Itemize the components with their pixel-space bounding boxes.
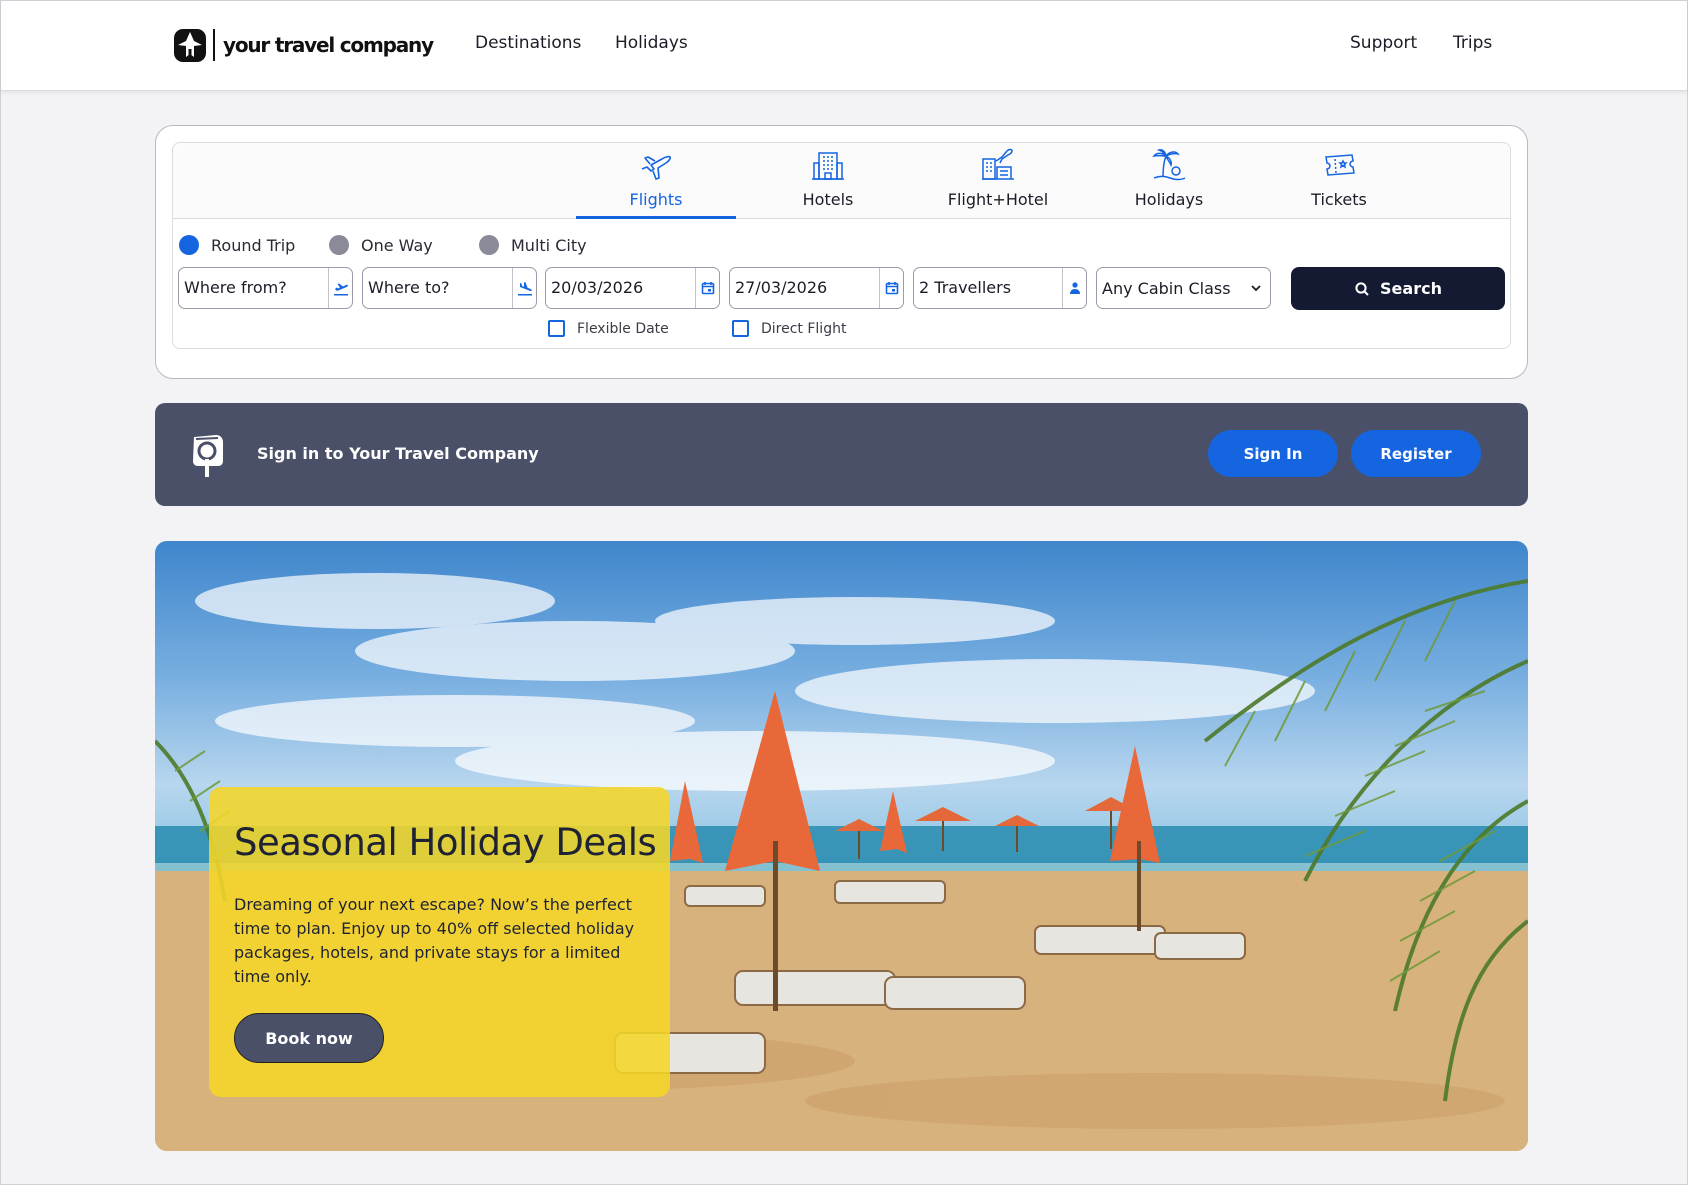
promo-title: Seasonal Holiday Deals	[234, 821, 657, 864]
person-icon[interactable]	[1062, 268, 1086, 308]
depart-date-field	[545, 267, 720, 309]
company-logo[interactable]: your travel company	[173, 25, 434, 65]
search-form: Flights Hotels Flight+Hotel Holidays Tic…	[172, 142, 1511, 349]
checkbox-box[interactable]	[548, 320, 565, 337]
calendar-icon[interactable]	[879, 268, 903, 308]
departure-plane-icon[interactable]	[328, 268, 352, 308]
radio-dot	[479, 235, 499, 255]
chevron-down-icon	[1251, 285, 1261, 292]
tab-flights-label: Flights	[629, 190, 683, 209]
destination-input[interactable]	[368, 278, 498, 297]
flexible-date-checkbox[interactable]: Flexible Date	[548, 320, 669, 337]
tab-flight-hotel[interactable]: Flight+Hotel	[918, 143, 1078, 219]
nav-holidays[interactable]: Holidays	[615, 33, 688, 53]
radio-one-way-label: One Way	[361, 235, 433, 255]
origin-input[interactable]	[184, 278, 314, 297]
tab-holidays-label: Holidays	[1134, 190, 1204, 209]
search-button[interactable]: Search	[1291, 267, 1505, 310]
tab-flights[interactable]: Flights	[576, 143, 736, 219]
passport-search-icon	[193, 435, 223, 477]
hotel-building-icon	[812, 152, 844, 180]
radio-round-trip-label: Round Trip	[211, 235, 296, 255]
nav-destinations[interactable]: Destinations	[475, 33, 581, 53]
depart-date-input[interactable]	[551, 278, 681, 297]
direct-flight-checkbox[interactable]: Direct Flight	[732, 320, 846, 337]
book-now-button[interactable]: Book now	[234, 1013, 384, 1063]
direct-flight-label: Direct Flight	[761, 320, 847, 337]
arrival-plane-icon[interactable]	[512, 268, 536, 308]
search-icon	[1355, 281, 1369, 296]
cabin-class-select[interactable]: Any Cabin Class	[1097, 268, 1270, 308]
cabin-class-field: Any Cabin Class	[1096, 267, 1271, 309]
promo-card: Seasonal Holiday Deals Dreaming of your …	[209, 787, 670, 1097]
origin-field	[178, 267, 353, 309]
flexible-date-label: Flexible Date	[577, 320, 669, 337]
radio-dot	[329, 235, 349, 255]
calendar-icon[interactable]	[695, 268, 719, 308]
logo-plane-icon	[174, 29, 206, 62]
register-button[interactable]: Register	[1351, 430, 1481, 477]
tab-tickets-label: Tickets	[1311, 190, 1367, 209]
search-button-label: Search	[1380, 279, 1442, 298]
tab-flight-hotel-label: Flight+Hotel	[947, 190, 1049, 209]
travellers-field	[913, 267, 1087, 309]
product-tabs: Flights Hotels Flight+Hotel Holidays Tic…	[173, 143, 1510, 219]
radio-dot	[179, 235, 199, 255]
nav-support[interactable]: Support	[1350, 33, 1417, 53]
tab-tickets[interactable]: Tickets	[1259, 143, 1419, 219]
logo-wordmark: your travel company	[223, 33, 434, 57]
radio-one-way[interactable]: One Way	[329, 235, 433, 255]
nav-trips[interactable]: Trips	[1453, 33, 1492, 53]
tab-hotels-label: Hotels	[802, 190, 854, 209]
search-panel: Flights Hotels Flight+Hotel Holidays Tic…	[155, 125, 1528, 379]
palm-tree-icon	[1152, 149, 1186, 181]
radio-multi-city-label: Multi City	[511, 235, 587, 255]
flight-hotel-icon	[982, 148, 1014, 180]
promo-description: Dreaming of your next escape? Now’s the …	[234, 895, 635, 986]
tab-holidays[interactable]: Holidays	[1089, 143, 1249, 219]
hero-banner: Seasonal Holiday Deals Dreaming of your …	[155, 541, 1528, 1151]
destination-field	[362, 267, 537, 309]
signin-prompt: Sign in to Your Travel Company	[257, 444, 539, 463]
signin-banner: Sign in to Your Travel Company Sign In R…	[155, 403, 1528, 506]
travellers-input[interactable]	[919, 278, 1049, 297]
logo-divider	[213, 29, 215, 61]
radio-multi-city[interactable]: Multi City	[479, 235, 587, 255]
radio-round-trip[interactable]: Round Trip	[179, 235, 295, 255]
return-date-input[interactable]	[735, 278, 865, 297]
top-navigation-bar: your travel company Destinations Holiday…	[1, 1, 1687, 91]
sign-in-button[interactable]: Sign In	[1208, 430, 1338, 477]
ticket-icon	[1325, 154, 1355, 176]
return-date-field	[729, 267, 904, 309]
tab-hotels[interactable]: Hotels	[748, 143, 908, 219]
plane-icon	[641, 155, 672, 180]
checkbox-box[interactable]	[732, 320, 749, 337]
